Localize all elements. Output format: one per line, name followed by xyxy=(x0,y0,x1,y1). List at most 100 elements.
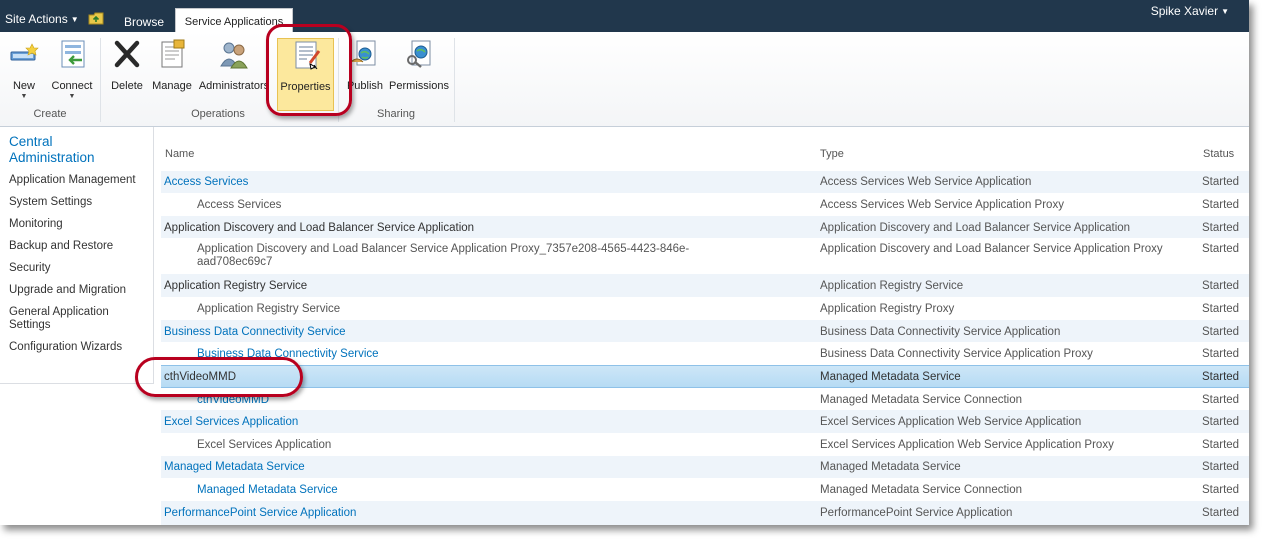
row-type: Managed Metadata Service Connection xyxy=(820,484,1023,496)
ribbon: New ▼ Connect ▼ Create Delete Manage Adm… xyxy=(0,32,1249,127)
new-button[interactable]: New ▼ xyxy=(6,38,42,114)
row-name: Access Services xyxy=(197,199,282,211)
row-type: Managed Metadata Service Connection xyxy=(820,394,1023,406)
row-name-link[interactable]: Business Data Connectivity Service xyxy=(164,326,346,339)
table-row[interactable]: Business Data Connectivity Service Busin… xyxy=(161,320,1249,342)
group-separator xyxy=(454,38,455,122)
table-row[interactable]: Application Discovery and Load Balancer … xyxy=(161,238,1249,274)
site-actions-label: Site Actions xyxy=(5,12,68,26)
top-bar: Site Actions ▼ Browse Service Application… xyxy=(0,0,1249,32)
row-status: Started xyxy=(1202,416,1240,428)
nav-item-security[interactable]: Security xyxy=(9,262,51,275)
permissions-label: Permissions xyxy=(389,80,449,92)
row-type: Application Discovery and Load Balancer … xyxy=(820,243,1163,255)
table-row[interactable]: cthVideoMMD Managed Metadata Service Con… xyxy=(161,388,1249,410)
delete-button[interactable]: Delete xyxy=(107,38,147,114)
ca-title-line1: Central xyxy=(9,134,53,149)
table-row[interactable]: Managed Metadata Service Managed Metadat… xyxy=(161,456,1249,478)
row-type: Access Services Web Service Application xyxy=(820,176,1032,188)
row-type: Access Services Web Service Application … xyxy=(820,199,1064,211)
table-row[interactable]: Excel Services Application Excel Service… xyxy=(161,410,1249,433)
chevron-down-icon: ▼ xyxy=(1221,7,1229,16)
table-row-selected[interactable]: cthVideoMMD Managed Metadata Service Sta… xyxy=(161,365,1249,388)
administrators-label: Administrators xyxy=(198,80,270,92)
row-name-link[interactable]: Access Services xyxy=(164,176,248,189)
cthvideommd-callout xyxy=(135,357,303,397)
nav-item-application-management[interactable]: Application Management xyxy=(9,174,136,187)
table-row[interactable]: Application Registry Service Application… xyxy=(161,274,1249,297)
publish-icon xyxy=(350,40,376,66)
ca-title-line2: Administration xyxy=(9,150,95,165)
row-type: Excel Services Application Web Service A… xyxy=(820,416,1082,428)
table-row[interactable]: Managed Metadata Service Managed Metadat… xyxy=(161,478,1249,501)
row-name-link[interactable]: Managed Metadata Service xyxy=(164,461,305,474)
nav-item-general-application-settings[interactable]: General Application Settings xyxy=(9,306,109,332)
nav-item-backup-restore[interactable]: Backup and Restore xyxy=(9,240,113,253)
nav-item-system-settings[interactable]: System Settings xyxy=(9,196,92,209)
nav-item-upgrade-migration[interactable]: Upgrade and Migration xyxy=(9,284,126,297)
group-create-label: Create xyxy=(33,108,67,120)
row-name: Application Registry Service xyxy=(197,303,341,315)
user-name: Spike Xavier xyxy=(1150,4,1219,18)
site-actions-menu[interactable]: Site Actions ▼ xyxy=(5,12,79,26)
row-status: Started xyxy=(1202,507,1240,519)
row-type: Business Data Connectivity Service Appli… xyxy=(820,348,1093,360)
row-status: Started xyxy=(1202,348,1240,360)
table-header: Name Type Status xyxy=(161,127,1249,170)
nav-item-configuration-wizards[interactable]: Configuration Wizards xyxy=(9,341,122,354)
central-admin-window: Site Actions ▼ Browse Service Application… xyxy=(0,0,1249,525)
row-type: Managed Metadata Service xyxy=(820,461,961,473)
chevron-down-icon: ▼ xyxy=(20,93,28,100)
properties-callout xyxy=(266,24,352,116)
table-row[interactable]: Business Data Connectivity Service Busin… xyxy=(161,342,1249,365)
table-row[interactable]: Excel Services Application Excel Service… xyxy=(161,433,1249,456)
connect-button[interactable]: Connect ▼ xyxy=(48,38,96,114)
row-name-link[interactable]: PerformancePoint Service Application xyxy=(164,507,356,520)
row-type: Application Registry Proxy xyxy=(820,303,955,315)
table-row[interactable]: PerformancePoint Service Application Per… xyxy=(161,501,1249,525)
row-status: Started xyxy=(1202,326,1240,338)
administrators-icon xyxy=(220,42,248,69)
column-header-status[interactable]: Status xyxy=(1203,148,1234,160)
nav-item-label-line1: General Application xyxy=(9,306,109,318)
connect-icon xyxy=(61,40,85,68)
row-name: Excel Services Application xyxy=(197,439,332,451)
nav-item-monitoring[interactable]: Monitoring xyxy=(9,218,63,231)
user-menu[interactable]: Spike Xavier ▼ xyxy=(1151,4,1229,18)
permissions-button[interactable]: Permissions xyxy=(389,38,449,114)
row-status: Started xyxy=(1202,394,1240,406)
manage-button[interactable]: Manage xyxy=(150,38,194,114)
administrators-button[interactable]: Administrators xyxy=(198,38,270,114)
row-status: Started xyxy=(1202,303,1240,315)
manage-icon xyxy=(161,39,185,68)
row-status: Started xyxy=(1202,222,1240,234)
tab-browse[interactable]: Browse xyxy=(124,15,164,29)
row-name-link[interactable]: Excel Services Application xyxy=(164,416,298,429)
table-row[interactable]: Application Discovery and Load Balancer … xyxy=(161,216,1249,238)
row-status: Started xyxy=(1202,461,1240,473)
row-type: Managed Metadata Service xyxy=(820,371,961,383)
row-type: Excel Services Application Web Service A… xyxy=(820,439,1114,451)
group-sharing-label: Sharing xyxy=(377,108,415,120)
table-row[interactable]: Application Registry Service Application… xyxy=(161,297,1249,320)
row-status: Started xyxy=(1202,199,1240,211)
row-name-link[interactable]: Managed Metadata Service xyxy=(197,484,338,497)
central-administration-link[interactable]: Central Administration xyxy=(9,134,95,166)
navigate-up-icon[interactable] xyxy=(88,12,104,25)
row-type: PerformancePoint Service Application xyxy=(820,507,1013,519)
column-header-name[interactable]: Name xyxy=(165,148,194,160)
nav-item-label-line2: Settings xyxy=(9,319,51,331)
row-type: Business Data Connectivity Service Appli… xyxy=(820,326,1061,338)
row-name: Application Discovery and Load Balancer … xyxy=(197,243,690,268)
row-status: Started xyxy=(1202,176,1240,188)
row-name: Application Registry Service xyxy=(164,280,308,292)
row-status: Started xyxy=(1202,371,1240,383)
table-row[interactable]: Access Services Access Services Web Serv… xyxy=(161,171,1249,193)
row-type: Application Registry Service xyxy=(820,280,964,292)
row-status: Started xyxy=(1202,439,1240,451)
table-row[interactable]: Access Services Access Services Web Serv… xyxy=(161,193,1249,216)
new-icon xyxy=(10,43,39,61)
new-label: New xyxy=(12,80,35,92)
row-status: Started xyxy=(1202,243,1240,255)
column-header-type[interactable]: Type xyxy=(820,148,844,160)
